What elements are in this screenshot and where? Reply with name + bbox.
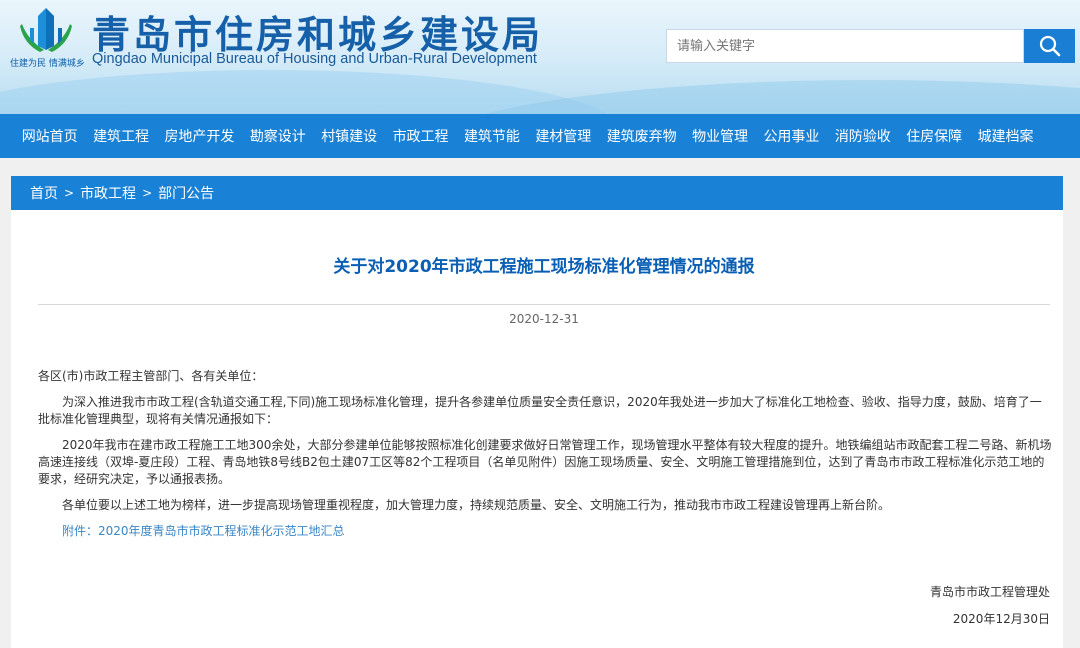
nav-item-construction[interactable]: 建筑工程: [93, 126, 149, 146]
nav-item-waste[interactable]: 建筑废弃物: [607, 126, 677, 146]
nav-item-property[interactable]: 物业管理: [692, 126, 748, 146]
search-input[interactable]: [666, 29, 1024, 63]
breadcrumb-separator: >: [142, 186, 153, 200]
attachment-link[interactable]: 附件：2020年度青岛市市政工程标准化示范工地汇总: [38, 523, 1052, 540]
article-paragraph: 为深入推进我市市政工程(含轨道交通工程,下同)施工现场标准化管理，提升各参建单位…: [38, 395, 1042, 426]
content-panel: 首页 > 市政工程 > 部门公告 关于对2020年市政工程施工现场标准化管理情况…: [11, 176, 1063, 648]
breadcrumb-home[interactable]: 首页: [30, 183, 58, 203]
nav-item-real-estate[interactable]: 房地产开发: [164, 126, 234, 146]
breadcrumb-separator: >: [64, 186, 75, 200]
site-header: 住建为民 情满城乡 青岛市住房和城乡建设局 Qingdao Municipal …: [0, 0, 1080, 114]
nav-item-housing-security[interactable]: 住房保障: [906, 126, 962, 146]
title-divider: [38, 304, 1050, 305]
nav-item-fire-acceptance[interactable]: 消防验收: [835, 126, 891, 146]
nav-item-utilities[interactable]: 公用事业: [763, 126, 819, 146]
breadcrumb-current[interactable]: 部门公告: [158, 183, 214, 203]
article-paragraph: 各单位要以上述工地为榜样，进一步提高现场管理重视程度，加大管理力度，持续规范质量…: [62, 498, 891, 512]
header-slogan: 住建为民 情满城乡: [10, 59, 85, 69]
search-button[interactable]: [1024, 29, 1075, 63]
article-body: 各区(市)市政工程主管部门、各有关单位： 为深入推进我市市政工程(含轨道交通工程…: [38, 368, 1052, 549]
article-sign-date: 2020年12月30日: [952, 612, 1050, 626]
article-paragraph: 2020年我市在建市政工程施工工地300余处，大部分参建单位能够按照标准化创建要…: [38, 438, 1052, 486]
main-nav: 网站首页 建筑工程 房地产开发 勘察设计 村镇建设 市政工程 建筑节能 建材管理…: [0, 114, 1080, 158]
nav-item-energy-saving[interactable]: 建筑节能: [464, 126, 520, 146]
article-date: 2020-12-31: [509, 312, 579, 326]
nav-item-materials[interactable]: 建材管理: [535, 126, 591, 146]
breadcrumb-section[interactable]: 市政工程: [80, 183, 136, 203]
nav-item-municipal[interactable]: 市政工程: [393, 126, 449, 146]
nav-item-home[interactable]: 网站首页: [22, 126, 78, 146]
search-icon: [1039, 35, 1060, 57]
nav-item-village-town[interactable]: 村镇建设: [321, 126, 377, 146]
site-subtitle: Qingdao Municipal Bureau of Housing and …: [92, 51, 537, 67]
article-signature: 青岛市市政工程管理处: [929, 585, 1050, 599]
breadcrumb: 首页 > 市政工程 > 部门公告: [11, 176, 1063, 210]
search-box: [666, 29, 1075, 63]
nav-item-survey-design[interactable]: 勘察设计: [250, 126, 306, 146]
nav-item-archives[interactable]: 城建档案: [978, 126, 1034, 146]
article-title: 关于对2020年市政工程施工现场标准化管理情况的通报: [333, 257, 755, 277]
bureau-logo-icon[interactable]: [16, 6, 76, 54]
article-salutation: 各区(市)市政工程主管部门、各有关单位：: [38, 369, 264, 383]
